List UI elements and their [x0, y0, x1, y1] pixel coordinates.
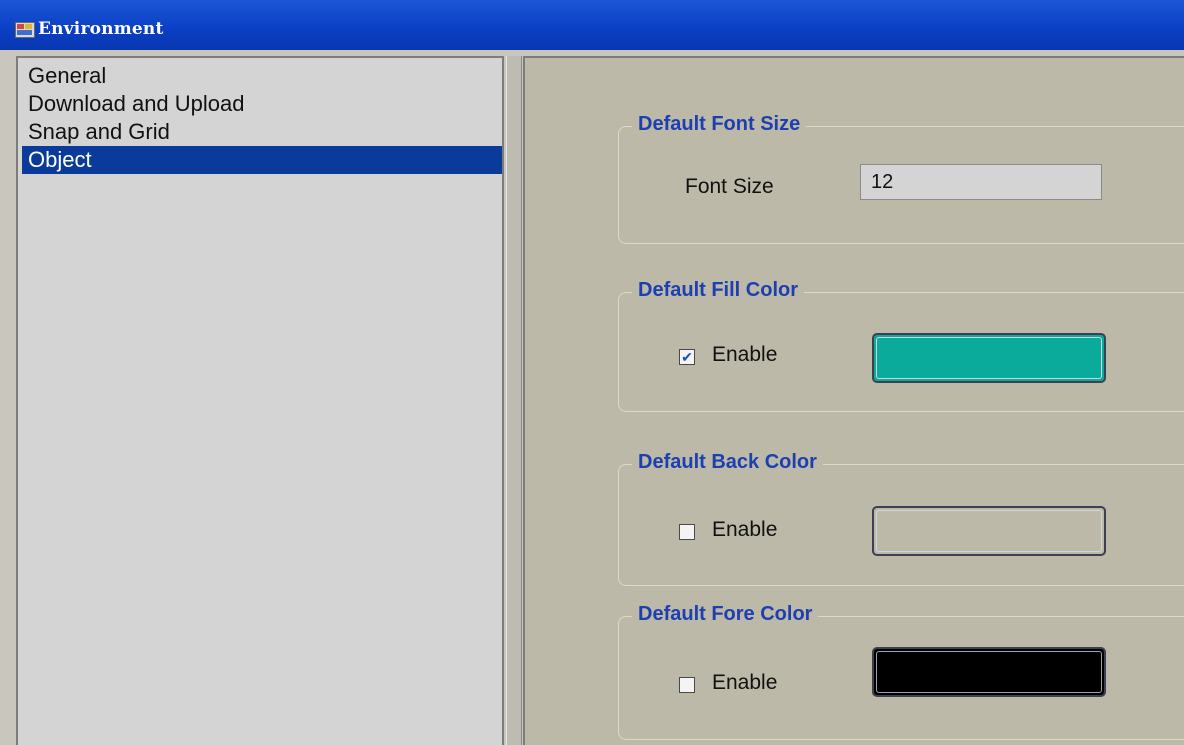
default-back-color-title: Default Back Color	[632, 451, 823, 474]
environment-window-icon	[15, 22, 35, 38]
font-size-label: Font Size	[685, 175, 774, 198]
tree-item-general[interactable]: General	[22, 62, 502, 90]
fill-color-enable-checkbox[interactable]: ✔	[679, 349, 695, 365]
font-size-input[interactable]	[860, 164, 1102, 200]
pane-splitter[interactable]	[506, 56, 522, 745]
fore-color-enable-checkbox[interactable]	[679, 677, 695, 693]
fill-color-button[interactable]	[872, 333, 1106, 383]
default-fill-color-title: Default Fill Color	[632, 279, 804, 302]
checkmark-icon: ✔	[681, 349, 693, 365]
back-color-button[interactable]	[872, 506, 1106, 556]
tree-item-object[interactable]: Object	[22, 146, 502, 174]
default-fore-color-title: Default Fore Color	[632, 603, 819, 626]
back-color-enable-label[interactable]: Enable	[712, 518, 777, 542]
tree-item-snap-and-grid[interactable]: Snap and Grid	[22, 118, 502, 146]
window-title: Environment	[38, 19, 164, 39]
tree-item-download-and-upload[interactable]: Download and Upload	[22, 90, 502, 118]
back-color-enable-checkbox[interactable]	[679, 524, 695, 540]
category-tree[interactable]: General Download and Upload Snap and Gri…	[16, 56, 504, 745]
title-bar[interactable]: Environment	[0, 0, 1184, 50]
fore-color-button[interactable]	[872, 647, 1106, 697]
fill-color-enable-label[interactable]: Enable	[712, 343, 777, 367]
fore-color-enable-label[interactable]: Enable	[712, 671, 777, 695]
default-font-size-title: Default Font Size	[632, 113, 807, 136]
